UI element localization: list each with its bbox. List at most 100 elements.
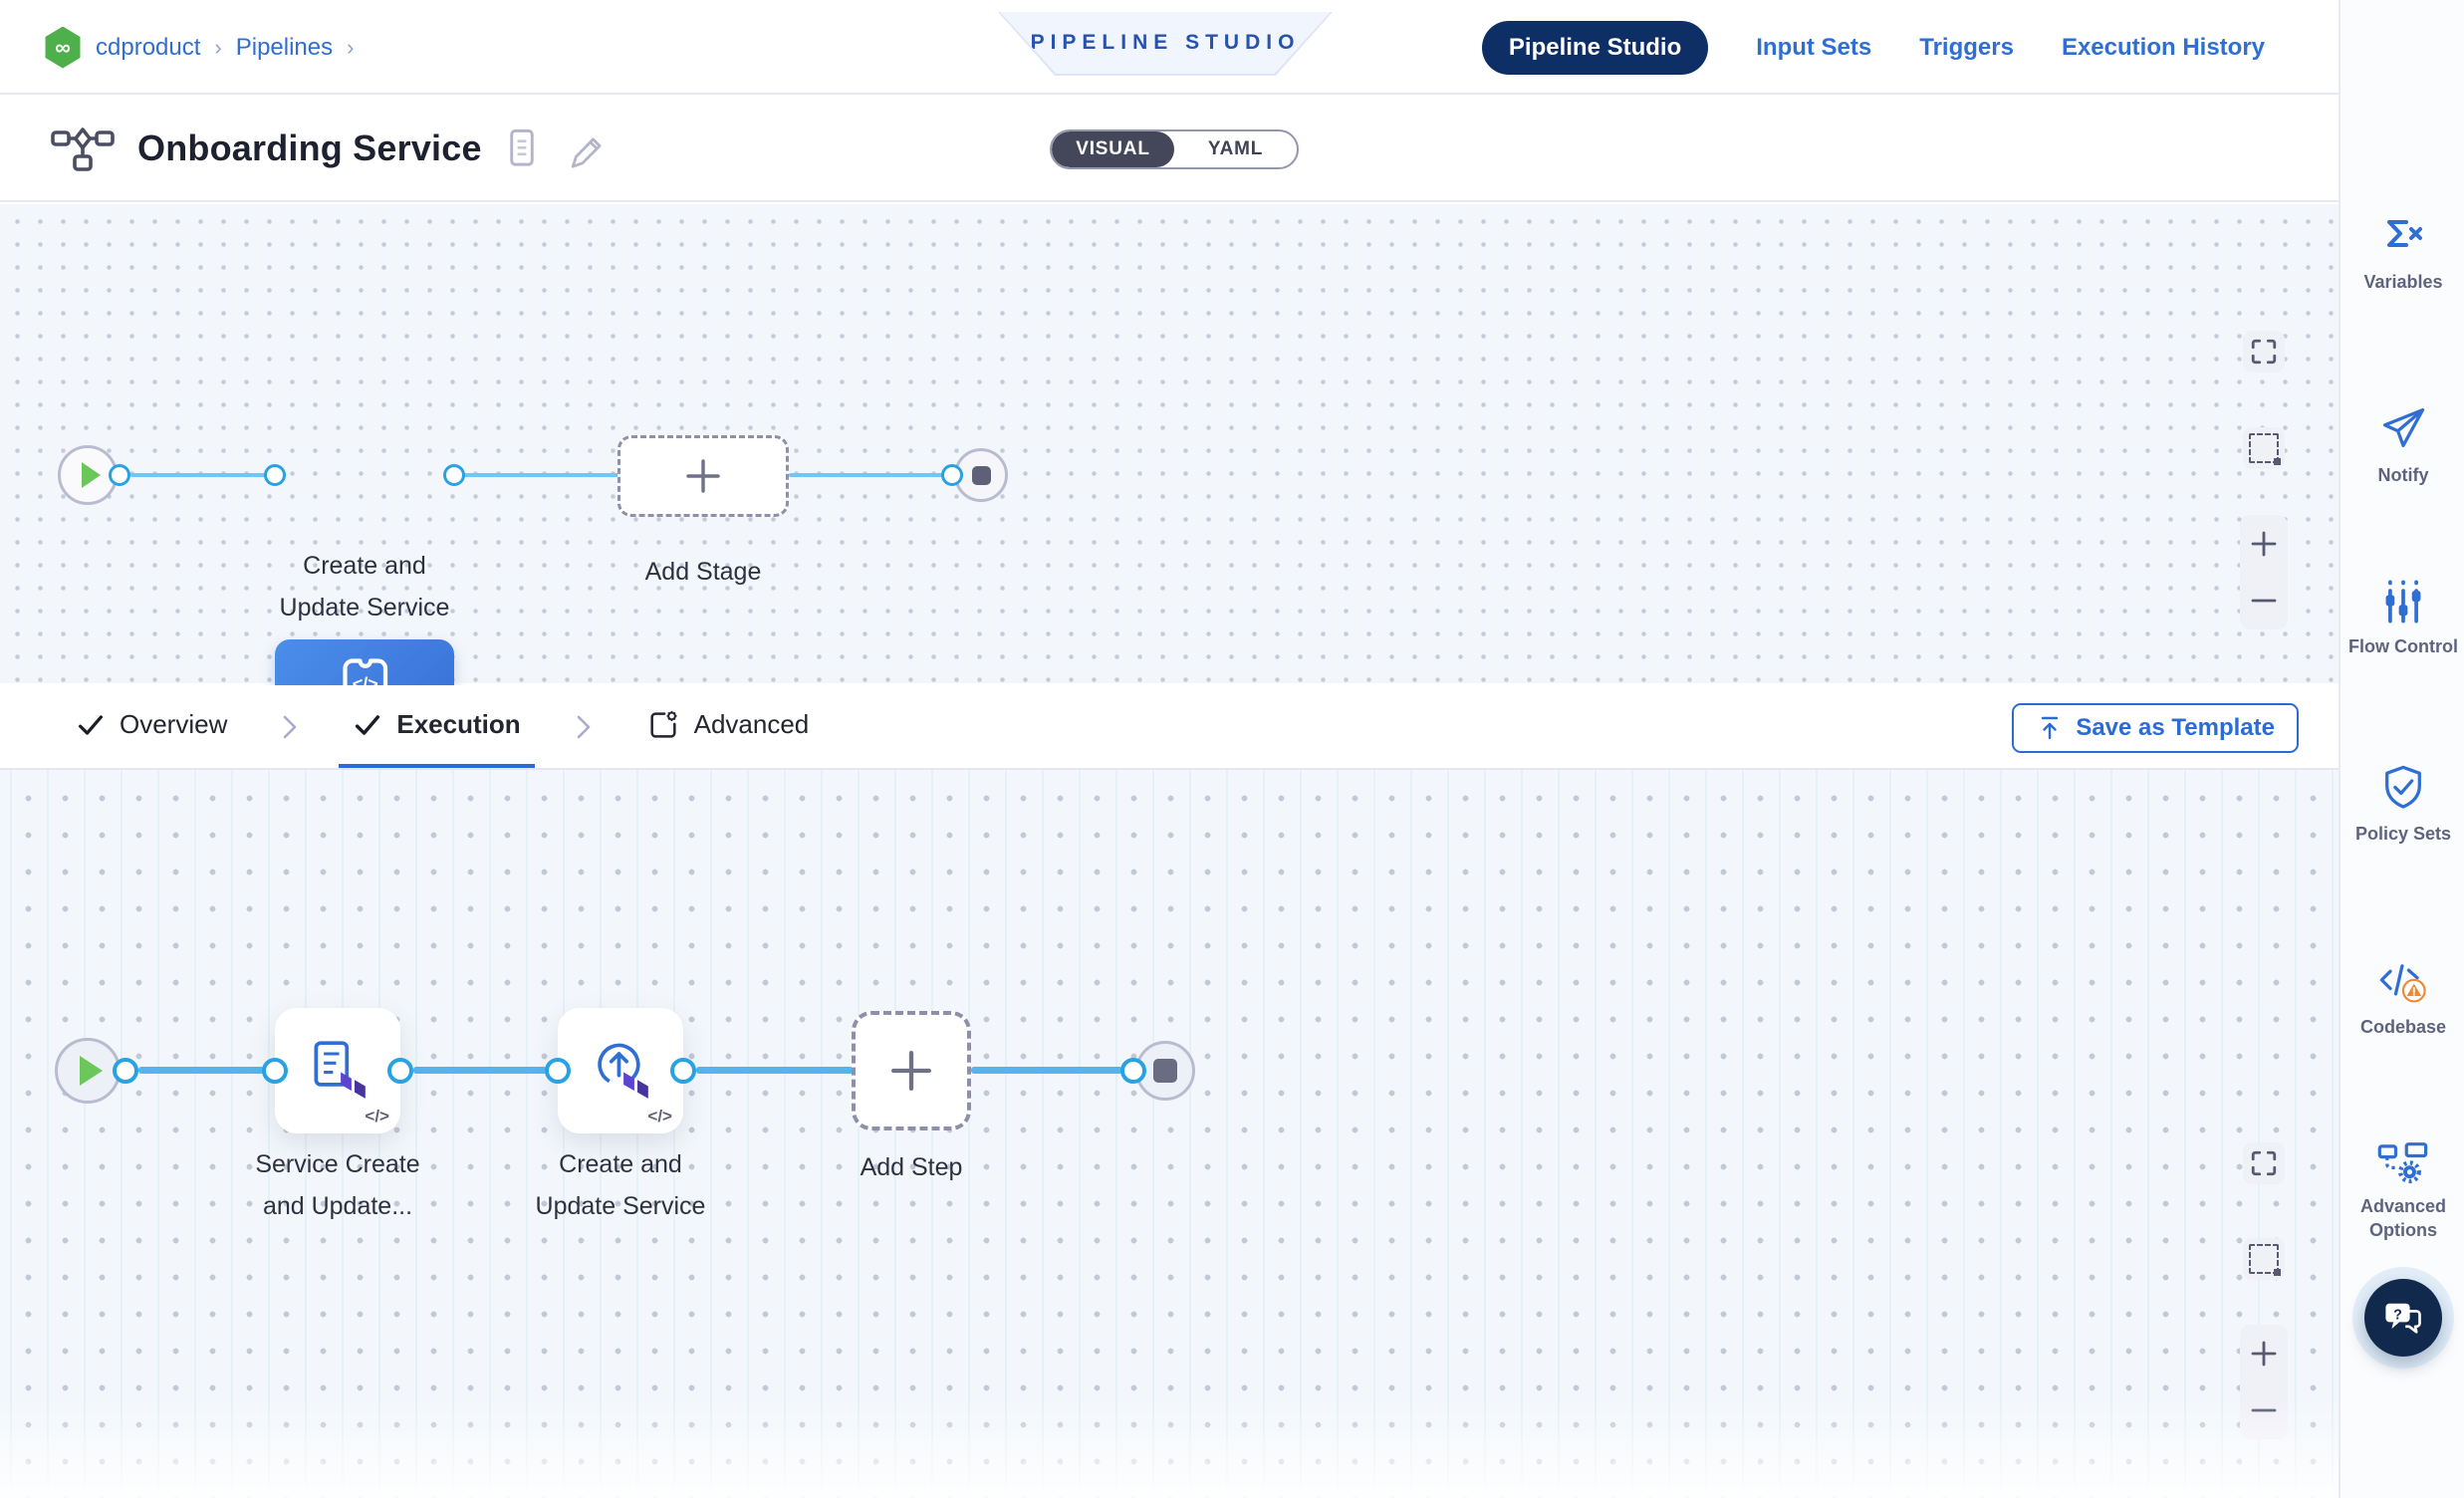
execution-step-canvas[interactable]: </> Service Create and Update... </> <box>0 770 2339 1498</box>
help-chat-button[interactable]: ? <box>2364 1279 2442 1357</box>
toggle-visual[interactable]: VISUAL <box>1052 131 1174 167</box>
rail-item-variables[interactable]: Variables <box>2341 215 2464 294</box>
variables-sigma-icon <box>2377 215 2429 261</box>
rail-item-advanced-options[interactable]: Advanced Options <box>2341 1139 2464 1242</box>
add-stage-label: Add Stage <box>554 551 853 593</box>
tab-execution[interactable]: Execution <box>339 685 534 768</box>
step2-label: Create and Update Service <box>471 1143 770 1227</box>
step-code-badge: </> <box>647 1107 672 1126</box>
play-icon <box>82 462 101 488</box>
pipeline-studio-banner: PIPELINE STUDIO <box>998 12 1333 76</box>
connector-port[interactable] <box>264 464 286 486</box>
terraform-apply-step-icon <box>587 1037 654 1105</box>
rail-item-notify[interactable]: Notify <box>2341 402 2464 487</box>
fit-to-screen-button[interactable] <box>2243 331 2285 373</box>
check-icon <box>76 710 106 740</box>
rail-item-flow-control[interactable]: Flow Control <box>2341 578 2464 658</box>
zoom-out-button[interactable] <box>2249 1395 2279 1425</box>
tab-execution-history[interactable]: Execution History <box>2062 34 2265 62</box>
harness-module-icon[interactable]: ∞ <box>44 27 82 69</box>
tab-advanced[interactable]: Advanced <box>632 685 824 768</box>
canvas-bottom-fade <box>0 1398 2339 1498</box>
connector-port[interactable] <box>1120 1058 1146 1084</box>
pipeline-toolbar: Onboarding Service VISUAL YAML Save <box>0 97 2339 202</box>
check-icon <box>353 710 382 740</box>
codebase-warning-icon <box>2376 958 2430 1006</box>
svg-text:?: ? <box>2393 1308 2402 1324</box>
page-title: Onboarding Service <box>137 127 482 169</box>
edge <box>789 473 943 477</box>
chevron-right-icon <box>279 685 301 768</box>
add-stage-button[interactable] <box>617 435 789 517</box>
add-step-button[interactable] <box>852 1011 971 1130</box>
zoom-controls <box>2240 1325 2288 1439</box>
fit-to-screen-button[interactable] <box>2243 1142 2285 1184</box>
visual-yaml-toggle: VISUAL YAML <box>1050 129 1299 169</box>
policy-shield-check-icon <box>2378 763 2428 813</box>
breadcrumb-separator: › <box>347 35 354 61</box>
edge <box>696 1067 854 1074</box>
zoom-out-button[interactable] <box>2249 586 2279 616</box>
main-column: ∞ cdproduct › Pipelines › PIPELINE STUDI… <box>0 0 2339 1498</box>
readme-doc-icon[interactable] <box>504 126 540 170</box>
right-toolbar-rail: Variables Notify Flow Control <box>2339 0 2464 1498</box>
tab-overview[interactable]: Overview <box>62 685 241 768</box>
top-header: ∞ cdproduct › Pipelines › PIPELINE STUDI… <box>0 0 2339 95</box>
flow-control-sliders-icon <box>2379 578 2427 625</box>
connector-port[interactable] <box>670 1058 696 1084</box>
steps-start-node[interactable] <box>55 1038 121 1104</box>
upload-icon <box>2036 714 2064 742</box>
add-step-label: Add Step <box>762 1146 1061 1188</box>
stage-config-tabs: Overview Execution Advanced <box>0 685 2339 770</box>
step-node-create-update-service[interactable]: </> <box>558 1008 683 1133</box>
top-nav-tabs: Pipeline Studio Input Sets Triggers Exec… <box>1482 0 2265 95</box>
fullscreen-icon <box>2250 338 2278 366</box>
multi-select-button[interactable] <box>2243 427 2285 469</box>
tab-pipeline-studio[interactable]: Pipeline Studio <box>1482 21 1708 75</box>
breadcrumb-pipelines-link[interactable]: Pipelines <box>236 34 333 62</box>
step1-label: Service Create and Update... <box>188 1143 487 1227</box>
pipeline-studio-app: ∞ cdproduct › Pipelines › PIPELINE STUDI… <box>0 0 2464 1498</box>
step-node-service-create-update[interactable]: </> <box>275 1008 400 1133</box>
plus-icon <box>886 1046 936 1096</box>
play-icon <box>80 1056 103 1086</box>
terraform-plan-step-icon <box>304 1037 371 1105</box>
breadcrumb-project-link[interactable]: cdproduct <box>96 34 200 62</box>
tab-input-sets[interactable]: Input Sets <box>1756 34 1871 62</box>
connector-port[interactable] <box>941 464 963 486</box>
tab-triggers[interactable]: Triggers <box>1919 34 2014 62</box>
connector-port[interactable] <box>113 1058 138 1084</box>
edge <box>463 473 619 477</box>
breadcrumb: ∞ cdproduct › Pipelines › <box>44 0 354 95</box>
connector-port[interactable] <box>387 1058 413 1084</box>
zoom-controls <box>2240 515 2288 629</box>
edge <box>138 1067 264 1074</box>
edge <box>413 1067 547 1074</box>
stage-canvas[interactable]: </> </> Create and Update Service Add St… <box>0 204 2339 683</box>
multi-select-button[interactable] <box>2243 1238 2285 1280</box>
notify-send-icon <box>2377 402 2429 454</box>
edit-pencil-icon[interactable] <box>562 126 604 170</box>
breadcrumb-separator: › <box>214 35 221 61</box>
advanced-options-icon <box>2375 1139 2431 1185</box>
pipeline-studio-banner-label: PIPELINE STUDIO <box>1031 31 1301 55</box>
zoom-in-button[interactable] <box>2249 1339 2279 1369</box>
rail-item-codebase[interactable]: Codebase <box>2341 958 2464 1039</box>
edge <box>971 1067 1122 1074</box>
stop-icon <box>972 466 991 485</box>
marquee-select-icon <box>2249 433 2279 463</box>
plus-icon <box>682 455 724 497</box>
connector-port[interactable] <box>262 1058 288 1084</box>
connector-port[interactable] <box>545 1058 571 1084</box>
chevron-right-icon <box>573 685 595 768</box>
rail-item-policy-sets[interactable]: Policy Sets <box>2341 763 2464 846</box>
fullscreen-icon <box>2250 1149 2278 1177</box>
zoom-in-button[interactable] <box>2249 529 2279 559</box>
edge <box>130 473 266 477</box>
save-as-template-button[interactable]: Save as Template <box>2012 703 2299 753</box>
step-code-badge: </> <box>365 1107 389 1126</box>
connector-port[interactable] <box>443 464 465 486</box>
toggle-yaml[interactable]: YAML <box>1174 131 1297 167</box>
pipeline-graph-icon <box>50 124 116 173</box>
connector-port[interactable] <box>109 464 130 486</box>
